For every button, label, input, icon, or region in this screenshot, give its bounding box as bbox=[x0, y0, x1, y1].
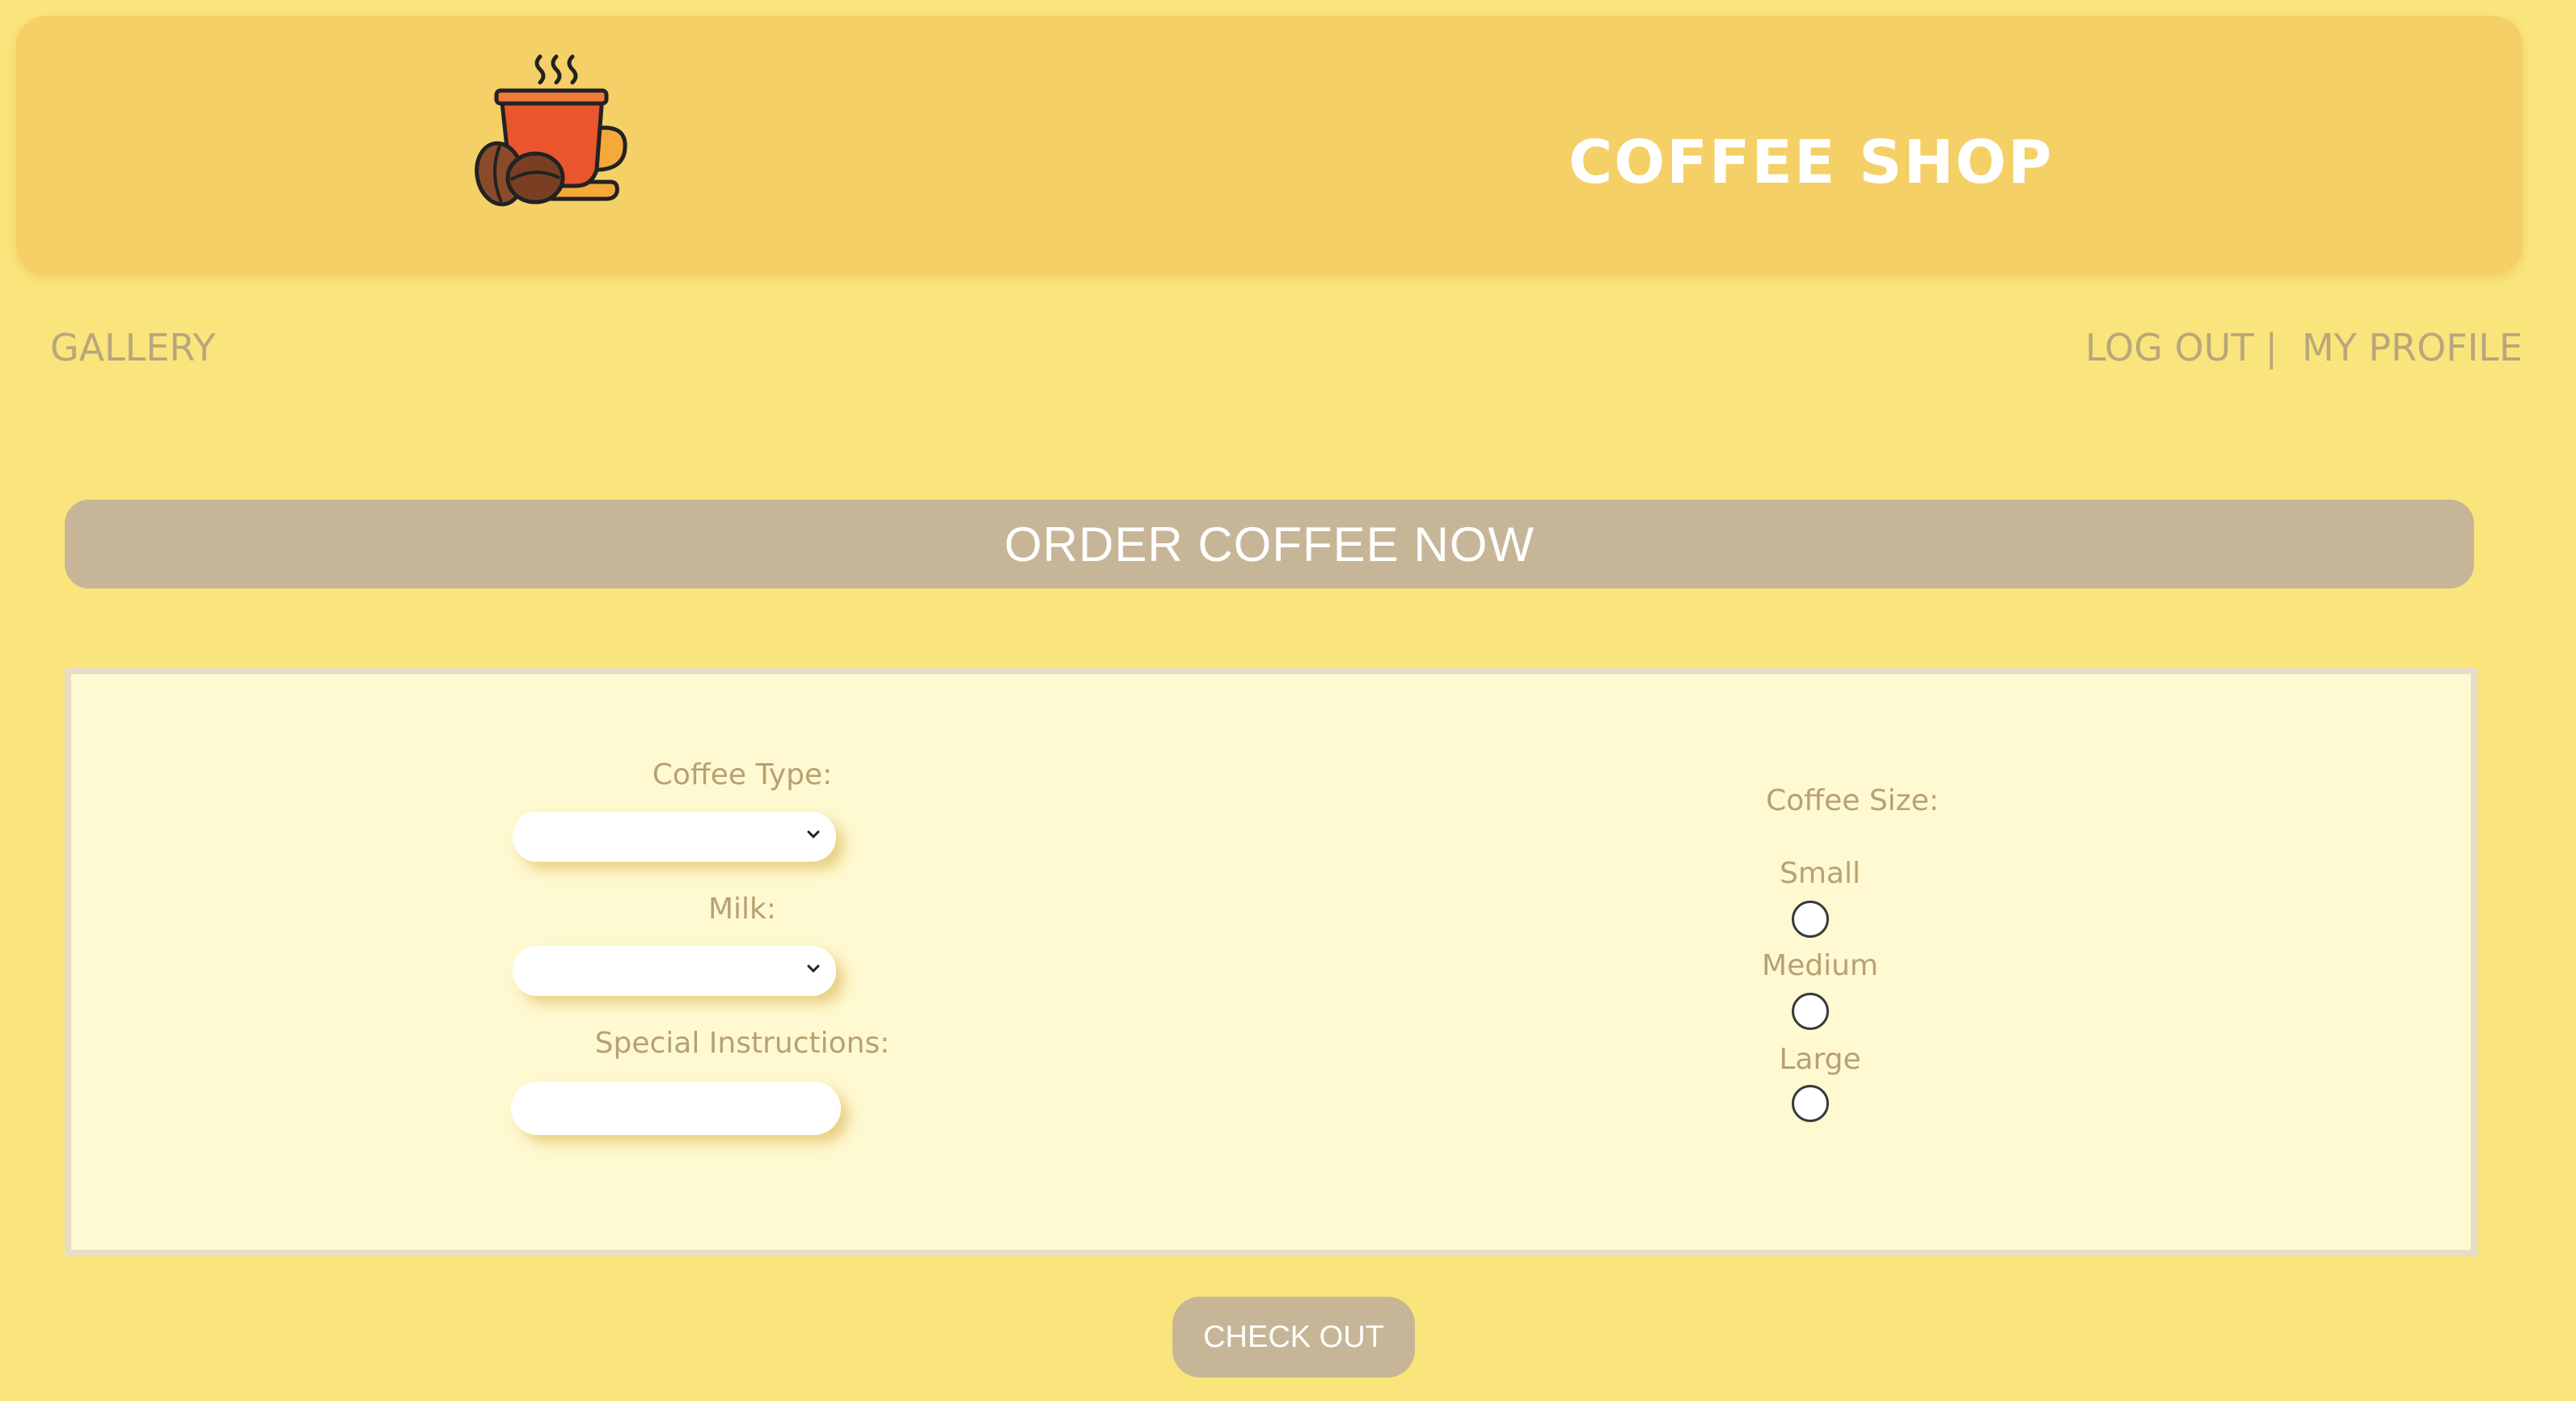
coffee-type-select[interactable] bbox=[513, 812, 836, 862]
chevron-down-icon bbox=[807, 830, 820, 839]
order-banner: ORDER COFFEE NOW bbox=[65, 500, 2474, 589]
nav-gallery-link[interactable]: GALLERY bbox=[50, 323, 216, 372]
milk-label: Milk: bbox=[707, 893, 777, 926]
size-label-large: Large bbox=[1779, 1043, 1861, 1076]
size-radio-small[interactable] bbox=[1792, 901, 1829, 938]
checkout-button[interactable]: CHECK OUT bbox=[1172, 1297, 1415, 1378]
special-instructions-label: Special Instructions: bbox=[594, 1027, 890, 1060]
site-header: COFFEE SHOP bbox=[16, 16, 2523, 275]
size-radio-medium[interactable] bbox=[1792, 993, 1829, 1030]
size-radio-large[interactable] bbox=[1792, 1085, 1829, 1122]
chevron-down-icon bbox=[807, 964, 820, 973]
nav-profile-link[interactable]: MY PROFILE bbox=[2302, 323, 2523, 372]
order-form-panel: Coffee Type: Milk: Special Instructions:… bbox=[65, 668, 2477, 1256]
nav-right-links: LOG OUT | MY PROFILE bbox=[2085, 323, 2523, 372]
nav-separator: | bbox=[2265, 326, 2278, 369]
site-title: COFFEE SHOP bbox=[1569, 128, 2054, 197]
coffee-size-label: Coffee Size: bbox=[1766, 784, 1939, 817]
special-instructions-input[interactable] bbox=[511, 1082, 841, 1135]
coffee-logo-icon bbox=[475, 54, 627, 207]
milk-select[interactable] bbox=[513, 946, 836, 996]
nav-logout-link[interactable]: LOG OUT bbox=[2085, 323, 2253, 372]
size-label-medium: Medium bbox=[1762, 949, 1878, 982]
size-label-small: Small bbox=[1780, 857, 1860, 890]
coffee-type-label: Coffee Type: bbox=[652, 758, 833, 791]
